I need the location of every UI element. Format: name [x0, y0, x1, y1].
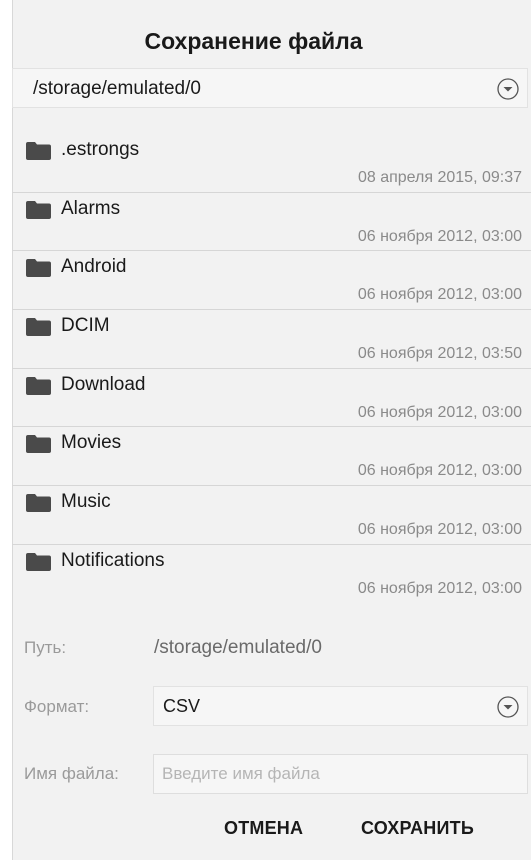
- directory-dropdown[interactable]: /storage/emulated/0: [12, 68, 528, 108]
- filename-label: Имя файла:: [24, 764, 119, 783]
- file-list: .estrongs 08 апреля 2015, 09:37 Alarms 0…: [12, 134, 531, 603]
- folder-icon: [26, 318, 51, 337]
- file-list-item[interactable]: .estrongs 08 апреля 2015, 09:37: [12, 134, 531, 193]
- format-dropdown-value: CSV: [163, 696, 201, 716]
- file-name: Notifications: [61, 549, 165, 571]
- file-name: Android: [61, 256, 127, 278]
- folder-icon: [26, 494, 51, 513]
- file-list-item[interactable]: Download 06 ноября 2012, 03:00: [12, 369, 531, 428]
- directory-dropdown-value: /storage/emulated/0: [33, 78, 201, 99]
- file-date: 06 ноября 2012, 03:00: [357, 227, 522, 245]
- file-name: .estrongs: [61, 139, 140, 160]
- folder-icon: [26, 376, 51, 395]
- file-date: 06 ноября 2012, 03:00: [357, 462, 522, 480]
- file-list-item[interactable]: Movies 06 ноября 2012, 03:00: [12, 427, 531, 487]
- file-list-item[interactable]: Android 06 ноября 2012, 03:00: [12, 251, 531, 311]
- file-date: 06 ноября 2012, 03:50: [357, 345, 522, 363]
- save-button[interactable]: СОХРАНИТЬ: [355, 814, 480, 843]
- file-date: 06 ноября 2012, 03:00: [357, 403, 522, 421]
- file-list-item[interactable]: Alarms 06 ноября 2012, 03:00: [12, 193, 531, 252]
- folder-icon: [26, 435, 51, 454]
- file-date: 08 апреля 2015, 09:37: [357, 169, 522, 186]
- folder-icon: [26, 200, 51, 219]
- dialog-title: Сохранение файла: [144, 28, 363, 54]
- file-date: 06 ноября 2012, 03:00: [357, 286, 522, 304]
- file-name: DCIM: [61, 315, 110, 337]
- file-name: Alarms: [61, 197, 121, 219]
- chevron-down-circle-icon: [497, 696, 519, 718]
- file-name: Movies: [61, 432, 122, 454]
- file-list-item[interactable]: Notifications 06 ноября 2012, 03:00: [12, 545, 531, 603]
- file-name: Download: [61, 373, 146, 395]
- path-value: /storage/emulated/0: [154, 637, 322, 658]
- cancel-button[interactable]: ОТМЕНА: [218, 814, 309, 843]
- folder-icon: [26, 552, 51, 571]
- file-date: 06 ноября 2012, 03:00: [357, 521, 522, 539]
- file-list-item[interactable]: DCIM 06 ноября 2012, 03:50: [12, 310, 531, 369]
- chevron-down-circle-icon: [497, 78, 519, 100]
- folder-icon: [26, 142, 51, 160]
- file-date: 06 ноября 2012, 03:00: [357, 579, 522, 597]
- folder-icon: [26, 259, 51, 278]
- file-name: Music: [61, 491, 111, 513]
- format-label: Формат:: [24, 697, 90, 716]
- file-list-item[interactable]: Music 06 ноября 2012, 03:00: [12, 486, 531, 545]
- path-label: Путь:: [24, 638, 67, 657]
- filename-input[interactable]: [153, 754, 528, 794]
- format-dropdown[interactable]: CSV: [153, 686, 528, 726]
